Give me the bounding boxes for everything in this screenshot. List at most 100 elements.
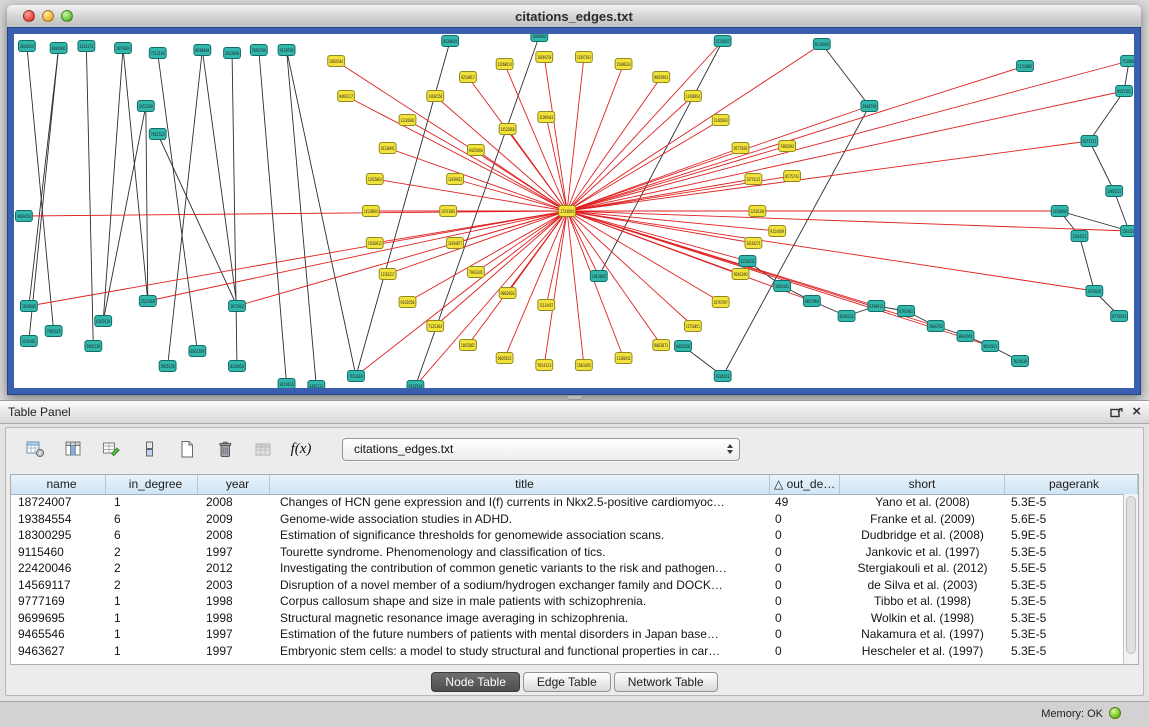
graph-node[interactable]: 7624530 — [1012, 356, 1029, 367]
graph-node[interactable]: 7510064 — [1121, 56, 1134, 67]
graph-node[interactable]: 9857964 — [803, 296, 820, 307]
graph-node[interactable]: 10563021 — [774, 281, 791, 292]
edit-table-button[interactable] — [96, 435, 126, 463]
graph-edge[interactable] — [237, 211, 567, 306]
graph-edge[interactable] — [567, 211, 661, 345]
graph-node[interactable]: 7125364 — [427, 321, 444, 332]
graph-node[interactable]: 1724004 — [559, 206, 576, 217]
column-header[interactable]: short — [840, 475, 1005, 494]
graph-node[interactable]: 5905130 — [85, 341, 102, 352]
graph-node[interactable]: 7692704 — [250, 45, 267, 56]
graph-node[interactable]: 12563217 — [379, 269, 396, 280]
graph-node[interactable]: 6791901 — [898, 306, 915, 317]
graph-node[interactable]: 8134004 — [813, 39, 830, 50]
graph-node[interactable]: 10197183 — [575, 52, 592, 63]
graph-edge[interactable] — [232, 53, 237, 366]
graph-node[interactable]: 2620685 — [20, 301, 37, 312]
graph-node[interactable]: 8824940 — [50, 43, 67, 54]
graph-node[interactable]: 10583012 — [366, 238, 383, 249]
graph-node[interactable]: 7653404 — [348, 371, 365, 382]
graph-edge[interactable] — [544, 57, 567, 211]
graph-node[interactable]: 14522660 — [499, 124, 516, 135]
graph-node[interactable]: 9163504 — [407, 381, 424, 389]
graph-node[interactable]: 8450226 — [675, 341, 692, 352]
graph-node[interactable]: 1948794 — [861, 101, 878, 112]
graph-node[interactable]: 15134457 — [538, 300, 555, 311]
graph-node[interactable]: 2051204 — [137, 101, 154, 112]
graph-node[interactable]: 6799913 — [868, 301, 885, 312]
graph-node[interactable]: 9605903 — [653, 72, 670, 83]
graph-node[interactable]: 7512104 — [149, 48, 166, 59]
close-panel-icon[interactable]: × — [1132, 405, 1141, 419]
graph-node[interactable]: 9862603 — [499, 288, 516, 299]
graph-edge[interactable] — [29, 48, 59, 306]
graph-node[interactable]: 9460117 — [338, 91, 355, 102]
graph-node[interactable]: 10465121 — [1106, 186, 1123, 197]
graph-node[interactable]: 9139739 — [278, 45, 295, 56]
table-row[interactable]: 1456911722003Disruption of a novel membe… — [11, 577, 1123, 594]
graph-edge[interactable] — [336, 61, 567, 211]
graph-node[interactable]: 9219103 — [278, 379, 295, 389]
close-button[interactable] — [23, 10, 35, 22]
graph-node[interactable]: 7654123 — [536, 360, 553, 371]
graph-edge[interactable] — [346, 96, 567, 211]
graph-node[interactable]: 7485093 — [779, 141, 796, 152]
table-options-button[interactable] — [20, 435, 50, 463]
graph-node[interactable]: 11154808 — [1017, 61, 1034, 72]
graph-node[interactable]: 12160304 — [749, 206, 766, 217]
graph-node[interactable]: 11468954 — [685, 91, 702, 102]
column-header[interactable]: name — [11, 475, 106, 494]
graph-node[interactable]: 8938849 — [194, 45, 211, 56]
graph-edge[interactable] — [567, 44, 822, 211]
graph-node[interactable]: 9154409 — [769, 226, 786, 237]
graph-node[interactable]: 9425004 — [467, 145, 484, 156]
graph-node[interactable]: 6501209 — [189, 346, 206, 357]
graph-edge[interactable] — [544, 211, 567, 365]
table-row[interactable]: 911546021997Tourette syndrome. Phenomeno… — [11, 544, 1123, 561]
column-header[interactable]: title — [270, 475, 770, 494]
graph-edge[interactable] — [476, 211, 567, 272]
table-panel-header[interactable]: Table Panel × — [0, 401, 1149, 424]
graph-node[interactable]: 3343373 — [78, 41, 95, 52]
graph-edge[interactable] — [567, 211, 1129, 231]
graph-node[interactable]: 12068010 — [496, 59, 513, 70]
graph-edge[interactable] — [29, 211, 567, 306]
graph-node[interactable]: 14636556 — [427, 91, 444, 102]
graph-edge[interactable] — [168, 50, 203, 366]
graph-node[interactable]: 9577836 — [732, 143, 749, 154]
tab-network-table[interactable]: Network Table — [614, 672, 718, 692]
graph-node[interactable]: 14544990 — [1051, 206, 1068, 217]
graph-node[interactable]: 16164272 — [745, 238, 762, 249]
graph-node[interactable]: 9055101 — [1116, 86, 1133, 97]
graph-node[interactable]: 2450122 — [308, 381, 325, 389]
graph-node[interactable]: 3105461 — [20, 336, 37, 347]
column-header[interactable]: △ out_de… — [770, 475, 840, 494]
graph-edge[interactable] — [158, 53, 198, 351]
graph-node[interactable]: 1674604 — [115, 43, 132, 54]
graph-edge[interactable] — [567, 211, 1094, 291]
graph-node[interactable]: 8594532 — [838, 311, 855, 322]
graph-node[interactable]: 7651523 — [149, 129, 166, 140]
graph-edge[interactable] — [1089, 141, 1114, 191]
graph-node[interactable]: 11381042 — [615, 353, 632, 364]
graph-node[interactable]: 8943001 — [957, 331, 974, 342]
float-panel-icon[interactable] — [1110, 407, 1123, 418]
graph-node[interactable]: 9069254 — [15, 211, 32, 222]
graph-edge[interactable] — [356, 211, 567, 376]
window-titlebar[interactable]: citations_edges.txt — [7, 5, 1141, 28]
graph-node[interactable]: 9538604 — [442, 36, 459, 47]
citation-graph[interactable]: 1724004121603041616427295462901076749712… — [14, 34, 1134, 388]
table-row[interactable]: 1938455462009Genome-wide association stu… — [11, 511, 1123, 528]
table-row[interactable]: 946362711997Embryonic stem cells: a mode… — [11, 643, 1123, 660]
graph-edge[interactable] — [822, 44, 870, 106]
import-table-button[interactable] — [248, 435, 278, 463]
graph-node[interactable]: 12485083 — [712, 115, 729, 126]
graph-node[interactable]: 9862871 — [653, 340, 670, 351]
graph-node[interactable]: 7905025 — [45, 326, 62, 337]
graph-node[interactable]: 9102058 — [399, 297, 416, 308]
graph-edge[interactable] — [567, 211, 721, 302]
graph-node[interactable]: 12754851 — [685, 321, 702, 332]
table-row[interactable]: 1830029562008Estimation of significance … — [11, 527, 1123, 544]
graph-edge[interactable] — [567, 61, 1129, 211]
graph-node[interactable]: 2523369 — [139, 296, 156, 307]
